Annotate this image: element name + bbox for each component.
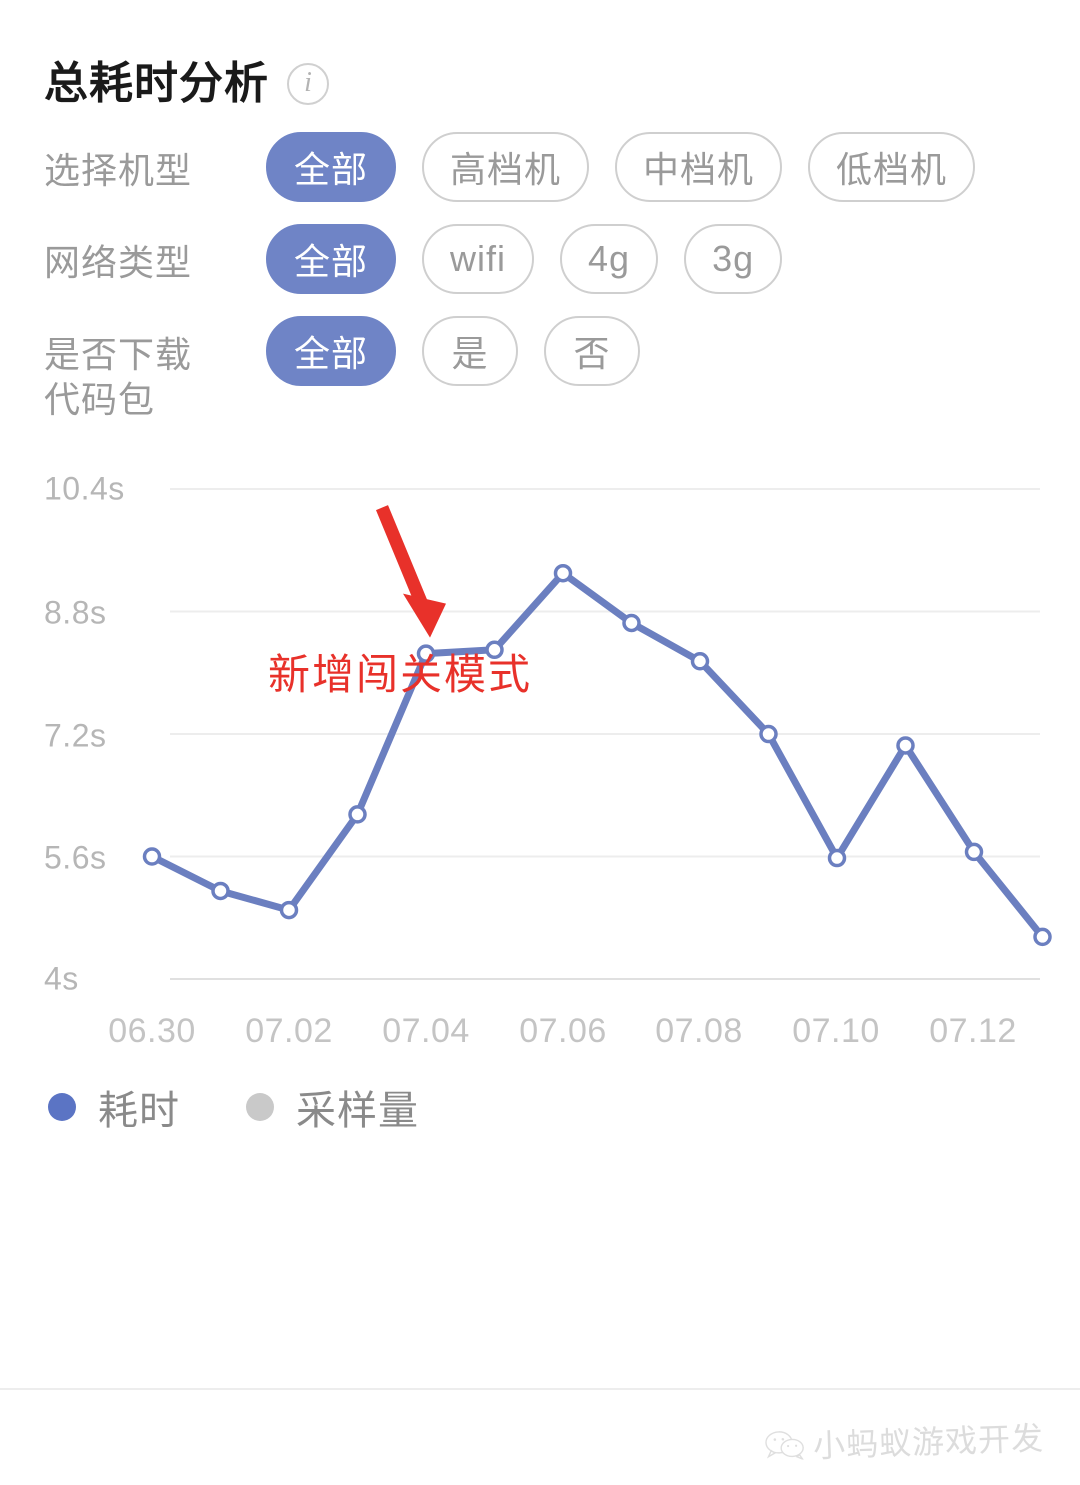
filter-option-device-low[interactable]: 低档机 — [808, 132, 976, 202]
filter-label-line1: 是否下载 — [44, 334, 193, 375]
filter-row-code-package: 是否下载 代码包 全部 是 否 — [44, 316, 1080, 422]
filter-option-network-4g[interactable]: 4g — [560, 224, 659, 294]
filter-options-network-type: 全部 wifi 4g 3g — [266, 224, 783, 294]
info-icon[interactable]: i — [287, 63, 329, 105]
x-axis-label-3: 07.06 — [519, 1012, 607, 1050]
legend-item-sample-count[interactable]: 采样量 — [246, 1078, 419, 1136]
x-axis-label-1: 07.02 — [245, 1012, 333, 1050]
y-axis-label-3: 5.6s — [44, 839, 107, 876]
filter-option-package-yes[interactable]: 是 — [422, 316, 519, 386]
analytics-panel: 总耗时分析 i 选择机型 全部 高档机 中档机 低档机 网络类型 全部 wifi… — [0, 0, 1080, 1485]
chart-container: 10.4s 8.8s 7.2s 5.6s 4s 06.30 07.02 07.0… — [0, 456, 1080, 1056]
watermark-text: 小蚂蚁游戏开发 — [812, 1420, 1045, 1465]
legend-dot-sample-count — [246, 1093, 274, 1121]
filter-options-device-type: 全部 高档机 中档机 低档机 — [266, 132, 976, 202]
duration-line-chart[interactable] — [0, 456, 1080, 1056]
section-divider — [0, 1388, 1080, 1390]
filter-label-code-package: 是否下载 代码包 — [44, 316, 266, 422]
filter-label-network-type: 网络类型 — [44, 224, 266, 285]
filter-options-code-package: 全部 是 否 — [266, 316, 641, 386]
filter-section: 选择机型 全部 高档机 中档机 低档机 网络类型 全部 wifi 4g 3g 是… — [0, 106, 1080, 422]
filter-option-device-all[interactable]: 全部 — [266, 132, 397, 202]
filter-label-line2: 代码包 — [44, 379, 156, 420]
filter-label-line1: 网络类型 — [44, 242, 193, 283]
page-title: 总耗时分析 — [44, 59, 269, 108]
filter-option-package-all[interactable]: 全部 — [266, 316, 397, 386]
legend-label-sample-count: 采样量 — [296, 1089, 419, 1133]
watermark: 小蚂蚁游戏开发 — [764, 1413, 1045, 1469]
wechat-icon — [765, 1429, 806, 1461]
y-axis-label-2: 7.2s — [44, 717, 107, 754]
x-axis-label-5: 07.10 — [792, 1012, 880, 1050]
chart-annotation-text: 新增闯关模式 — [268, 651, 533, 698]
filter-option-network-wifi[interactable]: wifi — [422, 224, 535, 294]
x-axis-label-6: 07.12 — [929, 1012, 1017, 1050]
chart-legend: 耗时 采样量 — [0, 1078, 1080, 1136]
x-axis-label-2: 07.04 — [382, 1012, 470, 1050]
filter-label-device-type: 选择机型 — [44, 132, 266, 193]
legend-dot-duration — [48, 1093, 76, 1121]
y-axis-label-1: 8.8s — [44, 594, 107, 631]
y-axis-label-4: 4s — [44, 960, 79, 997]
legend-item-duration[interactable]: 耗时 — [48, 1078, 180, 1136]
page-header: 总耗时分析 i — [0, 0, 1080, 106]
filter-row-device-type: 选择机型 全部 高档机 中档机 低档机 — [44, 132, 1080, 202]
y-axis-label-0: 10.4s — [44, 470, 125, 507]
x-axis-label-0: 06.30 — [108, 1012, 196, 1050]
filter-row-network-type: 网络类型 全部 wifi 4g 3g — [44, 224, 1080, 294]
x-axis-label-4: 07.08 — [655, 1012, 743, 1050]
filter-label-line1: 选择机型 — [44, 150, 193, 191]
legend-label-duration: 耗时 — [98, 1089, 180, 1133]
filter-option-device-high[interactable]: 高档机 — [422, 132, 590, 202]
filter-option-network-all[interactable]: 全部 — [266, 224, 397, 294]
filter-option-package-no[interactable]: 否 — [544, 316, 641, 386]
filter-option-network-3g[interactable]: 3g — [684, 224, 783, 294]
filter-option-device-mid[interactable]: 中档机 — [615, 132, 783, 202]
